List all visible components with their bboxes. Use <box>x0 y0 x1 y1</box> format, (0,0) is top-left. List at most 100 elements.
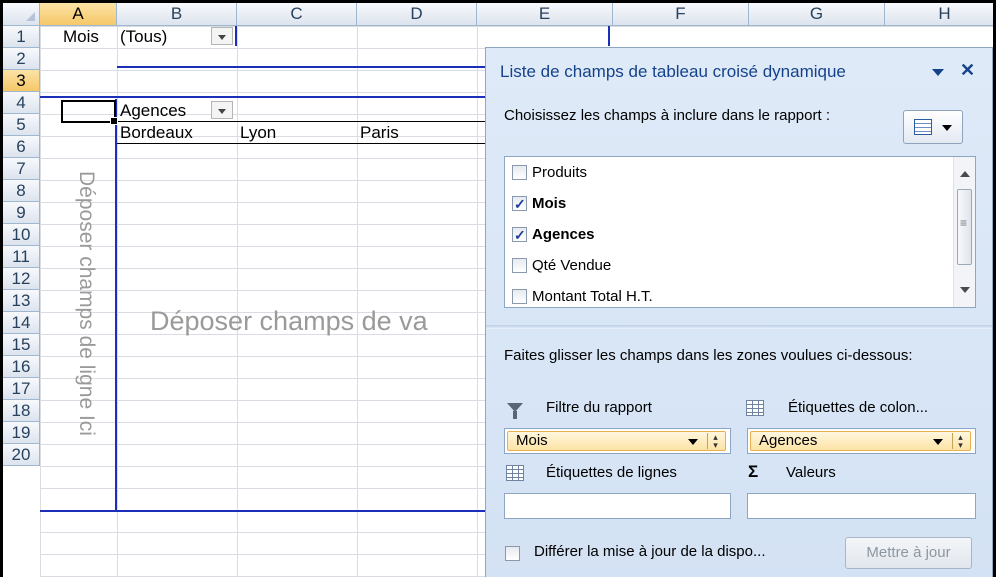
field-list-scrollbar[interactable] <box>953 157 975 307</box>
pivot-border-line <box>40 96 497 98</box>
report-filter-label: Filtre du rapport <box>546 399 652 416</box>
checkbox[interactable] <box>512 289 527 304</box>
row-header[interactable]: 1 <box>3 26 40 48</box>
pivot-border-line <box>115 99 117 511</box>
column-header-c[interactable]: C <box>237 3 357 26</box>
row-header[interactable]: 13 <box>3 290 40 312</box>
checkbox[interactable] <box>512 192 527 216</box>
layout-options-button[interactable] <box>903 110 963 144</box>
row-header[interactable]: 7 <box>3 158 40 180</box>
filter-field-label[interactable]: Mois <box>63 26 99 48</box>
drop-row-fields-hint: Déposer champs de ligne Ici <box>75 171 98 436</box>
select-all-corner[interactable] <box>3 3 40 26</box>
update-button[interactable]: Mettre à jour <box>845 537 972 569</box>
filter-field-value[interactable]: (Tous) <box>120 26 167 48</box>
chevron-down-icon[interactable] <box>933 439 943 445</box>
row-header[interactable]: 6 <box>3 136 40 158</box>
pivot-border-line <box>117 143 497 144</box>
values-label: Valeurs <box>786 464 836 481</box>
column-field-header[interactable]: Agences <box>120 100 186 122</box>
column-dropdown-button[interactable] <box>211 101 233 119</box>
pivot-border-line <box>117 66 497 68</box>
field-label: Produits <box>532 164 588 181</box>
spinner-icon[interactable]: ▴ ▾ <box>952 433 968 450</box>
zone-item-label: Agences <box>759 432 818 449</box>
close-icon[interactable]: ✕ <box>960 60 975 81</box>
row-header[interactable]: 8 <box>3 180 40 202</box>
column-item[interactable]: Lyon <box>240 122 276 144</box>
field-label: Qté Vendue <box>532 257 612 274</box>
column-item[interactable]: Paris <box>360 122 399 144</box>
field-layout-icon <box>914 119 932 135</box>
row-header[interactable]: 10 <box>3 224 40 246</box>
choose-fields-text: Choisissez les champs à inclure dans le … <box>504 107 830 124</box>
column-item[interactable]: Bordeaux <box>120 122 193 144</box>
row-header[interactable]: 12 <box>3 268 40 290</box>
active-cell-a3[interactable] <box>61 100 118 125</box>
values-zone[interactable] <box>747 493 976 519</box>
grid-line <box>117 26 118 577</box>
grid-line <box>477 26 478 577</box>
column-header-d[interactable]: D <box>357 3 477 26</box>
field-list-box: Produits Mois Agences Qté Vendue Montant… <box>504 156 976 308</box>
row-labels-label: Étiquettes de lignes <box>546 464 677 481</box>
checkbox[interactable] <box>512 258 527 273</box>
pivot-field-list-panel: Liste de champs de tableau croisé dynami… <box>485 47 993 577</box>
table-grid-icon <box>746 400 764 416</box>
column-header-e[interactable]: E <box>477 3 613 26</box>
sigma-icon: Σ <box>748 462 759 481</box>
column-header-g[interactable]: G <box>749 3 885 26</box>
row-header[interactable]: 3 <box>3 70 40 92</box>
report-filter-zone[interactable]: Mois ▴ ▾ <box>504 428 731 454</box>
field-label: Montant Total H.T. <box>532 288 653 305</box>
field-label: Agences <box>532 226 595 243</box>
row-header[interactable]: 17 <box>3 378 40 400</box>
row-header[interactable]: 15 <box>3 334 40 356</box>
row-header[interactable]: 16 <box>3 356 40 378</box>
row-header[interactable]: 19 <box>3 422 40 444</box>
excel-window: A B C D E F G H 1 2 3 4 5 6 7 8 9 10 11 … <box>0 0 996 577</box>
pivot-border-line <box>40 510 497 512</box>
pivot-border-line <box>608 26 610 46</box>
field-label: Mois <box>532 195 567 212</box>
row-labels-zone[interactable] <box>504 493 731 519</box>
zone-item-mois[interactable]: Mois ▴ ▾ <box>507 431 726 451</box>
row-header[interactable]: 4 <box>3 92 40 114</box>
row-header[interactable]: 20 <box>3 444 40 466</box>
defer-update-checkbox[interactable] <box>505 546 520 561</box>
row-header[interactable]: 2 <box>3 48 40 70</box>
defer-update-label[interactable]: Différer la mise à jour de la dispo... <box>534 543 766 560</box>
column-header-a[interactable]: A <box>40 3 117 26</box>
checkbox[interactable] <box>512 223 527 247</box>
pivot-border-line <box>235 26 237 46</box>
column-labels-zone[interactable]: Agences ▴ ▾ <box>747 428 976 454</box>
panel-title: Liste de champs de tableau croisé dynami… <box>500 62 846 81</box>
column-labels-label: Étiquettes de colon... <box>788 399 929 416</box>
panel-splitter[interactable] <box>486 325 992 329</box>
row-header[interactable]: 5 <box>3 114 40 136</box>
drag-fields-text: Faites glisser les champs dans les zones… <box>504 347 913 364</box>
chevron-down-icon[interactable] <box>688 439 698 445</box>
row-header[interactable]: 9 <box>3 202 40 224</box>
column-header-f[interactable]: F <box>613 3 749 26</box>
pivot-border-line <box>117 121 497 122</box>
filter-dropdown-button[interactable] <box>211 27 233 45</box>
scroll-down-icon[interactable] <box>960 287 970 293</box>
grid-line <box>237 26 238 577</box>
zone-item-agences[interactable]: Agences ▴ ▾ <box>750 431 971 451</box>
panel-menu-arrow-icon[interactable] <box>932 69 944 76</box>
chevron-down-icon <box>942 125 952 131</box>
scroll-thumb[interactable] <box>957 189 972 265</box>
zone-item-label: Mois <box>516 432 548 449</box>
drop-value-fields-hint: Déposer champs de va <box>150 306 428 336</box>
row-header[interactable]: 18 <box>3 400 40 422</box>
spinner-icon[interactable]: ▴ ▾ <box>707 433 723 450</box>
table-grid-icon <box>506 465 524 481</box>
checkbox[interactable] <box>512 165 527 180</box>
scroll-up-icon[interactable] <box>960 171 970 177</box>
filter-icon <box>507 403 523 419</box>
column-header-h[interactable]: H <box>885 3 993 26</box>
row-header[interactable]: 14 <box>3 312 40 334</box>
column-header-b[interactable]: B <box>117 3 237 26</box>
row-header[interactable]: 11 <box>3 246 40 268</box>
